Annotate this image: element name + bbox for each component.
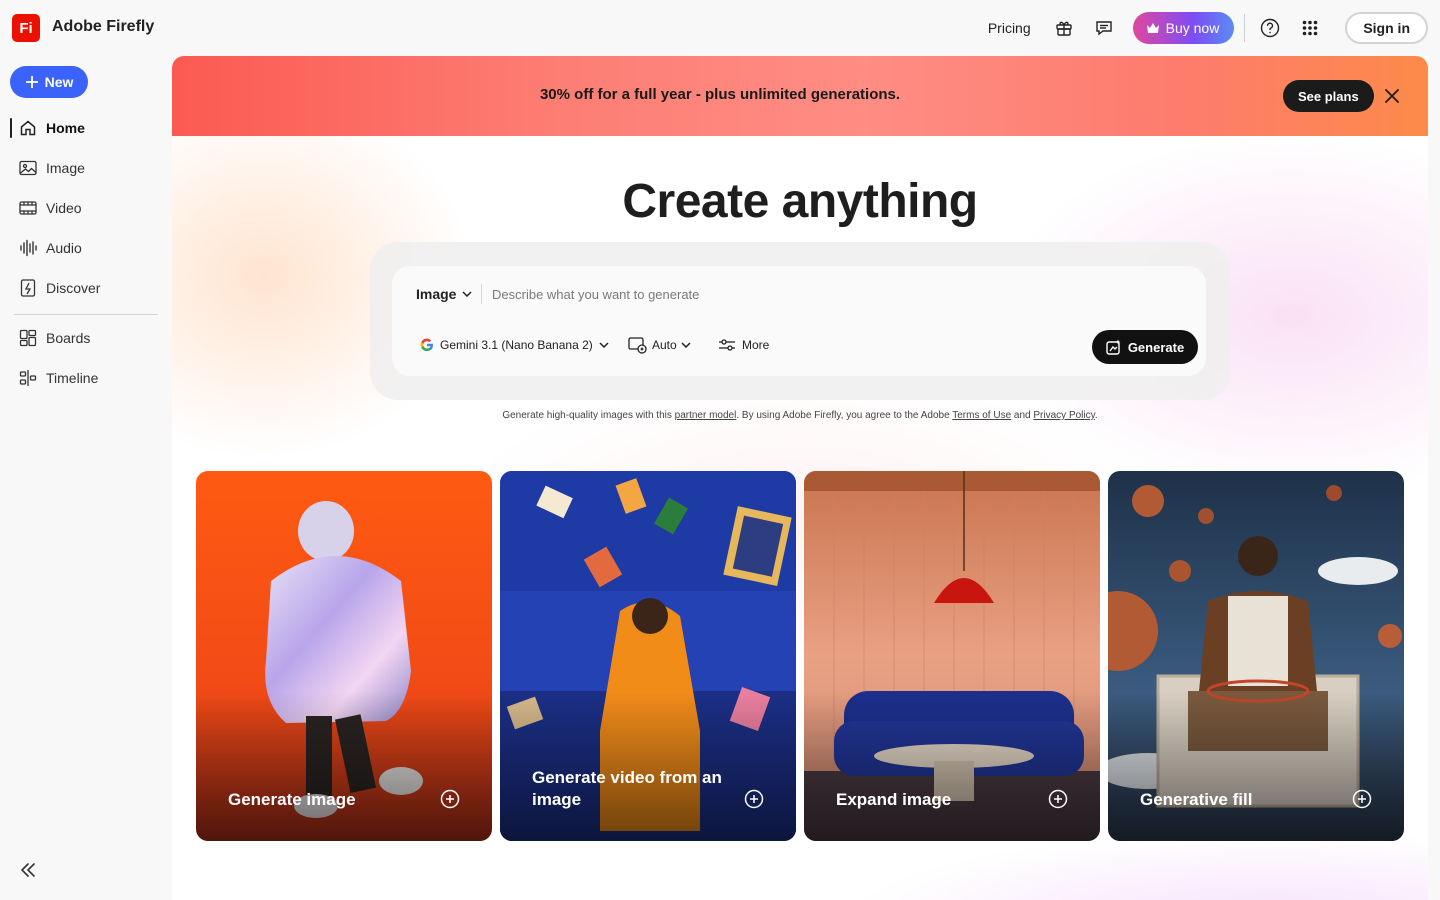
top-right-actions: Pricing Buy now Sign in <box>988 12 1428 44</box>
terms-of-use-link[interactable]: Terms of Use <box>952 410 1011 421</box>
model-select[interactable]: Gemini 3.1 (Nano Banana 2) <box>420 338 609 352</box>
aspect-ratio-icon <box>628 337 647 354</box>
page-title: Create anything <box>622 175 978 228</box>
promo-banner: 30% off for a full year - plus unlimited… <box>172 56 1428 136</box>
sidebar-item-label: Timeline <box>46 370 99 386</box>
top-bar: Fi Adobe Firefly Pricing Buy now Sign in <box>0 0 1440 56</box>
google-icon <box>420 338 433 352</box>
model-label: Gemini 3.1 (Nano Banana 2) <box>440 338 593 352</box>
divider <box>1244 14 1246 42</box>
help-icon[interactable] <box>1259 17 1281 39</box>
image-icon <box>18 158 38 178</box>
chevron-down-icon <box>462 291 472 297</box>
generation-type-label: Image <box>416 286 457 302</box>
sidebar-item-label: Image <box>46 160 85 176</box>
sidebar-item-boards[interactable]: Boards <box>10 322 160 354</box>
main-content: 30% off for a full year - plus unlimited… <box>172 56 1428 900</box>
add-circle-icon[interactable] <box>1048 789 1068 809</box>
add-circle-icon[interactable] <box>440 789 460 809</box>
partner-model-link[interactable]: partner model <box>675 410 737 421</box>
sidebar-item-video[interactable]: Video <box>10 192 160 224</box>
disclaimer-text: Generate high-quality images with this <box>502 410 675 421</box>
more-settings-button[interactable]: More <box>718 338 769 352</box>
aspect-ratio-label: Auto <box>652 338 677 352</box>
card-expand-image[interactable]: Expand image <box>804 471 1100 841</box>
sidebar-divider <box>14 314 158 315</box>
card-overlay <box>804 691 1100 841</box>
generation-type-select[interactable]: Image <box>416 286 472 302</box>
buy-now-button[interactable]: Buy now <box>1132 12 1235 44</box>
disclaimer: Generate high-quality images with this p… <box>172 410 1428 421</box>
disclaimer-text: . By using Adobe Firefly, you agree to t… <box>736 410 953 421</box>
video-icon <box>18 198 38 218</box>
card-overlay <box>196 691 492 841</box>
add-circle-icon[interactable] <box>1352 789 1372 809</box>
apps-grid-icon[interactable] <box>1299 17 1321 39</box>
timeline-icon <box>18 368 38 388</box>
more-label: More <box>742 338 770 352</box>
aspect-ratio-select[interactable]: Auto <box>628 336 691 354</box>
card-generative-fill[interactable]: Generative fill <box>1108 471 1404 841</box>
card-overlay <box>500 691 796 841</box>
app-name[interactable]: Adobe Firefly <box>52 18 154 36</box>
crown-icon <box>1146 23 1159 33</box>
see-plans-button[interactable]: See plans <box>1283 80 1374 112</box>
generate-label: Generate <box>1127 339 1185 355</box>
prompt-container: Image Gemini 3.1 (Nano Banana 2) Auto Mo… <box>370 242 1230 400</box>
chat-icon[interactable] <box>1093 17 1115 39</box>
sidebar-item-timeline[interactable]: Timeline <box>10 362 160 394</box>
generate-button[interactable]: Generate <box>1092 330 1198 364</box>
sidebar: New Home Image Video Audio Discover Boar… <box>0 56 172 900</box>
sign-in-button[interactable]: Sign in <box>1345 12 1428 44</box>
disclaimer-text: . <box>1094 410 1098 421</box>
firefly-logo[interactable]: Fi <box>12 14 40 42</box>
chevron-down-icon <box>681 342 691 348</box>
sidebar-item-home[interactable]: Home <box>10 112 160 144</box>
divider <box>481 284 482 304</box>
settings-sliders-icon <box>719 339 735 351</box>
card-generate-image[interactable]: Generate image <box>196 471 492 841</box>
sidebar-item-label: Audio <box>46 240 82 256</box>
pricing-link[interactable]: Pricing <box>988 20 1031 36</box>
sidebar-item-label: Home <box>46 120 85 136</box>
card-label: Expand image <box>836 790 952 809</box>
card-generate-video[interactable]: Generate video from an image <box>500 471 796 841</box>
sidebar-item-audio[interactable]: Audio <box>10 232 160 264</box>
plus-icon <box>25 76 38 88</box>
buy-now-label: Buy now <box>1165 20 1220 36</box>
privacy-policy-link[interactable]: Privacy Policy <box>1033 410 1095 421</box>
card-overlay <box>1108 691 1404 841</box>
sidebar-item-discover[interactable]: Discover <box>10 272 160 304</box>
chevron-down-icon <box>599 342 609 348</box>
sidebar-item-image[interactable]: Image <box>10 152 160 184</box>
sidebar-item-label: Discover <box>46 280 101 296</box>
card-label: Generate video from an image <box>532 768 722 809</box>
collapse-sidebar-icon[interactable] <box>18 860 40 882</box>
close-icon[interactable] <box>1382 86 1402 106</box>
card-label: Generate image <box>228 790 356 809</box>
new-button-label: New <box>44 74 74 90</box>
disclaimer-text: and <box>1011 410 1034 421</box>
audio-icon <box>18 238 38 258</box>
discover-icon <box>18 278 38 298</box>
sidebar-item-label: Boards <box>46 330 91 346</box>
card-label: Generative fill <box>1140 790 1253 809</box>
home-icon <box>18 118 38 138</box>
promo-text: 30% off for a full year - plus unlimited… <box>539 86 901 103</box>
gift-icon[interactable] <box>1053 17 1075 39</box>
sidebar-item-label: Video <box>46 200 82 216</box>
boards-icon <box>18 328 38 348</box>
add-circle-icon[interactable] <box>744 789 764 809</box>
prompt-input[interactable] <box>492 282 1092 306</box>
prompt-card: Image Gemini 3.1 (Nano Banana 2) Auto Mo… <box>392 266 1206 376</box>
generate-sparkle-icon <box>1106 339 1121 355</box>
new-button[interactable]: New <box>10 66 88 98</box>
